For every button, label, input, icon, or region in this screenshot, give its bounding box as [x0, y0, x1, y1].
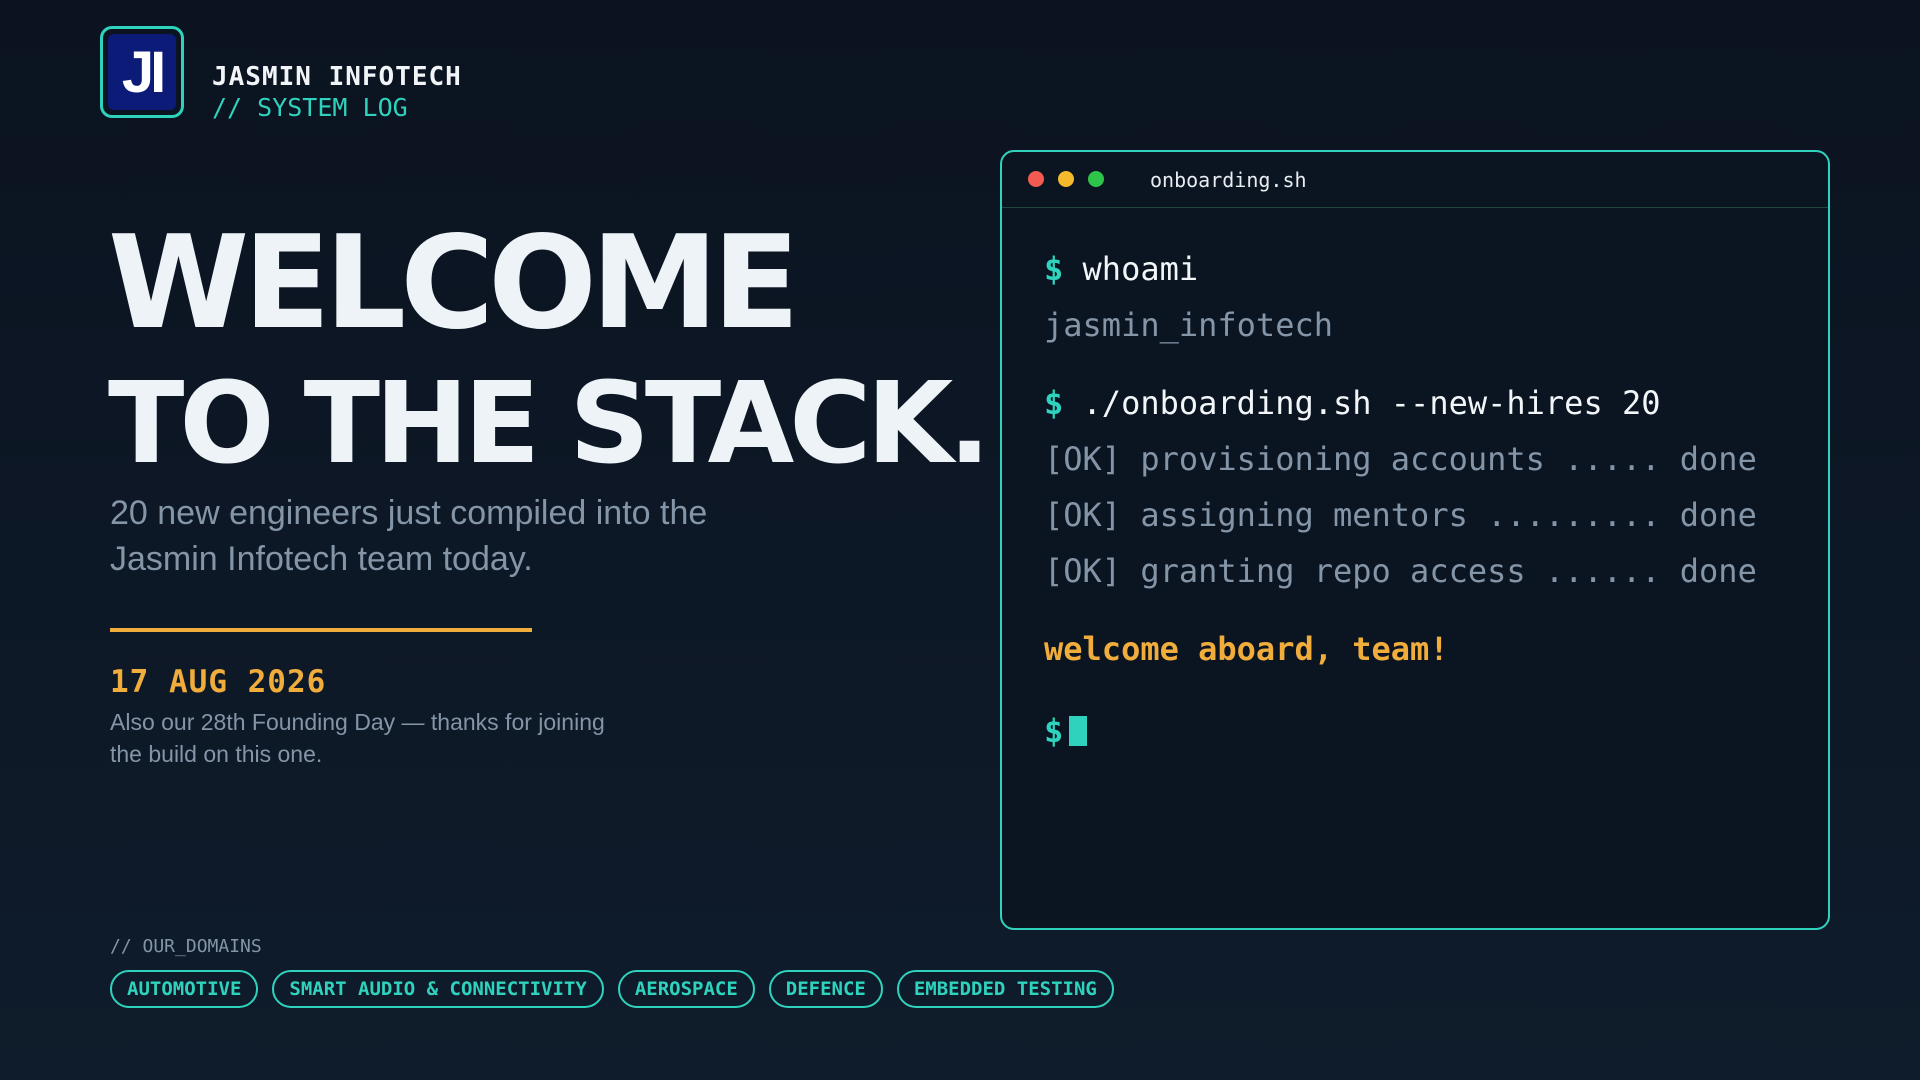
- lead-text: 20 new engineers just compiled into the …: [110, 494, 708, 578]
- terminal-command: ./onboarding.sh --new-hires 20: [1082, 384, 1661, 422]
- headline-line-2: TO THE STACK.: [108, 359, 991, 489]
- event-date: 17 AUG 2026: [110, 664, 327, 700]
- brand-logo: JI: [100, 26, 184, 118]
- headline-line-1: WELCOME: [108, 209, 800, 358]
- prompt-symbol: $: [1044, 250, 1064, 288]
- brand-logo-mark: JI: [108, 34, 176, 110]
- domain-tag: EMBEDDED TESTING: [896, 970, 1114, 1008]
- maximize-window-dot[interactable]: [1088, 171, 1104, 187]
- domains-label: // OUR_DOMAINS: [110, 936, 262, 957]
- event-note: Also our 28th Founding Day — thanks for …: [110, 709, 605, 767]
- terminal-line-output: [OK] granting repo access ...... done: [1044, 552, 1757, 590]
- terminal-line-command: $ whoami: [1044, 250, 1198, 288]
- terminal-line-output: [OK] assigning mentors ......... done: [1044, 496, 1757, 534]
- prompt-symbol: $: [1044, 712, 1064, 750]
- terminal-cursor: [1069, 716, 1088, 746]
- terminal-line-command: $ ./onboarding.sh --new-hires 20: [1044, 384, 1661, 422]
- prompt-symbol: $: [1044, 384, 1064, 422]
- terminal-command: whoami: [1082, 250, 1199, 288]
- terminal-output: [OK] assigning mentors ......... done: [1044, 496, 1757, 534]
- terminal-body[interactable]: $ whoami jasmin_infotech $ ./onboarding.…: [1044, 250, 1808, 750]
- terminal-output: [OK] provisioning accounts ..... done: [1044, 440, 1757, 478]
- welcome-message: welcome aboard, team!: [1044, 630, 1449, 668]
- accent-divider: [110, 628, 532, 632]
- terminal-output: jasmin_infotech: [1044, 306, 1333, 344]
- terminal-line-welcome: welcome aboard, team!: [1044, 630, 1449, 668]
- domains-tag-list: AUTOMOTIVE SMART AUDIO & CONNECTIVITY AE…: [110, 970, 1114, 1008]
- terminal-title: onboarding.sh: [1150, 168, 1307, 192]
- close-window-dot[interactable]: [1028, 171, 1044, 187]
- minimize-window-dot[interactable]: [1058, 171, 1074, 187]
- domain-tag: AUTOMOTIVE: [110, 970, 259, 1008]
- domain-tag: SMART AUDIO & CONNECTIVITY: [272, 970, 604, 1008]
- terminal-line-output: [OK] provisioning accounts ..... done: [1044, 440, 1757, 478]
- terminal-input-line[interactable]: $: [1044, 712, 1088, 750]
- domain-tag: DEFENCE: [768, 970, 883, 1008]
- terminal-line-output: jasmin_infotech: [1044, 306, 1333, 344]
- domain-tag: AEROSPACE: [617, 970, 755, 1008]
- brand-subtitle: // SYSTEM LOG: [212, 93, 408, 122]
- brand-name: JASMIN INFOTECH: [212, 62, 462, 92]
- terminal-window: onboarding.sh $ whoami jasmin_infotech $…: [1000, 150, 1830, 930]
- terminal-title-bar: onboarding.sh: [1002, 152, 1828, 208]
- terminal-output: [OK] granting repo access ...... done: [1044, 552, 1757, 590]
